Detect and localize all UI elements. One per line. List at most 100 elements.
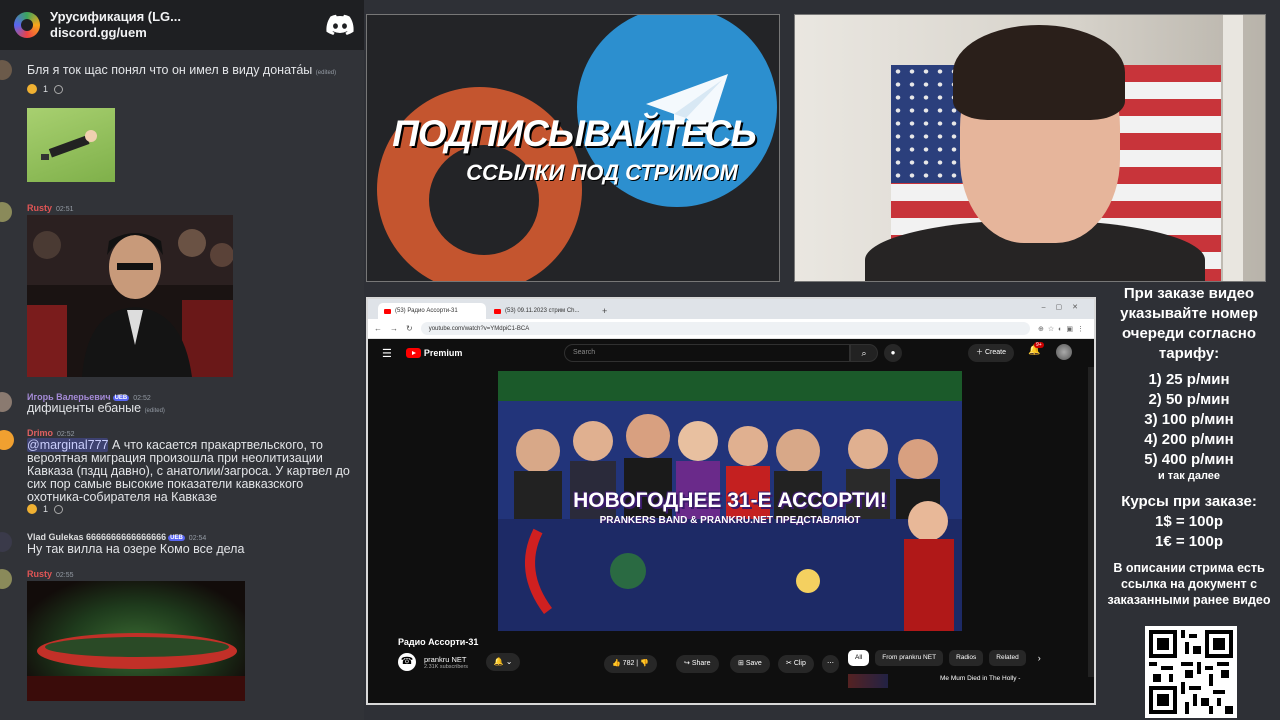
youtube-logo[interactable]: Premium	[405, 348, 463, 358]
clip-label: Clip	[793, 660, 806, 667]
edited-label: (edited)	[144, 408, 165, 414]
attached-image[interactable]	[27, 108, 115, 182]
share-label: Share	[691, 660, 711, 667]
account-avatar[interactable]	[1056, 344, 1072, 360]
rate-usd: 1$ = 100р	[1155, 513, 1223, 530]
attached-image[interactable]	[27, 581, 245, 701]
next-video-thumbnail[interactable]	[848, 674, 888, 688]
pricing-intro: При заказе видео указывайте номер очеред…	[1120, 285, 1258, 362]
avatar	[0, 60, 12, 80]
like-button[interactable]: 👍 782 | 👎	[604, 655, 657, 673]
attached-image[interactable]	[27, 215, 233, 377]
frog-closeup-image	[27, 633, 245, 701]
sweat-smile-emoji-icon	[27, 84, 37, 94]
browser-tab[interactable]: (53) Радио Ассорти-31	[378, 303, 486, 319]
server-invite: discord.gg/uem	[50, 25, 147, 40]
youtube-favicon-icon	[384, 308, 391, 314]
save-label: Save	[745, 660, 762, 667]
ueb-badge: UEB	[112, 394, 130, 401]
reaction-count: 1	[43, 84, 49, 94]
discord-logo-icon	[326, 14, 354, 36]
next-video-title[interactable]: Me Mum Died in The Holly -	[940, 675, 1020, 682]
create-button[interactable]: ＋ Create	[968, 344, 1014, 362]
timestamp: 02:52	[57, 431, 75, 438]
qr-code[interactable]	[1145, 626, 1237, 718]
address-toolbar: ← → ↻ youtube.com/watch?v=YMdpiC1-BCA ⊕☆…	[368, 319, 1094, 339]
add-reaction-icon[interactable]	[54, 84, 64, 94]
server-header[interactable]: Урусификация (LG... discord.gg/uem	[0, 0, 364, 50]
avatar	[0, 569, 12, 589]
tier-2: 2) 50 р/мин	[1148, 391, 1230, 408]
logo-text: Premium	[423, 348, 463, 358]
scrollbar[interactable]	[1088, 367, 1094, 677]
tier-4: 4) 200 р/мин	[1144, 431, 1234, 448]
promo-subtitle: ССЫЛКИ ПОД СТРИМОМ	[466, 160, 738, 185]
subscription-bell-button[interactable]: 🔔 ⌄	[486, 653, 521, 671]
extensions-icon[interactable]: ⊕☆◐▣⋮	[1038, 325, 1088, 333]
video-player[interactable]: НОВОГОДНЕЕ 31-Е АССОРТИ! PRANKERS BAND &…	[498, 371, 962, 631]
cartoon-figure-image	[41, 130, 97, 160]
thumbnail-subtitle: PRANKERS BAND & PRANKRU.NET ПРЕДСТАВЛЯЮТ	[599, 515, 861, 526]
youtube-play-icon	[405, 348, 421, 358]
timestamp: 02:54	[188, 535, 207, 542]
description-note: В описании стрима есть ссылка на докумен…	[1107, 561, 1271, 607]
chip-from-channel[interactable]: From prankru NET	[875, 650, 944, 666]
chip-related[interactable]: Related	[989, 650, 1026, 666]
timestamp: 02:55	[56, 572, 74, 579]
avatar	[0, 430, 14, 450]
browser-window: (53) Радио Ассорти-31 (53) 09.11.2023 ст…	[366, 297, 1096, 705]
menu-icon[interactable]: ☰	[382, 347, 392, 360]
browser-tab[interactable]: (53) 09.11.2023 стрим Ch...	[488, 303, 596, 319]
avatar	[0, 392, 12, 412]
new-tab-icon[interactable]: +	[602, 306, 607, 316]
user-mention[interactable]: @marginal777	[27, 438, 109, 452]
address-bar[interactable]: youtube.com/watch?v=YMdpiC1-BCA	[420, 322, 1031, 335]
subscribe-promo-panel: ПОДПИСЫВАЙТЕСЬ ССЫЛКИ ПОД СТРИМОМ	[366, 14, 780, 282]
ueb-badge: UEB	[168, 534, 185, 541]
webcam-feed	[794, 14, 1266, 282]
channel-avatar[interactable]: ☎	[398, 653, 416, 671]
notifications-icon[interactable]: 🔔 9+	[1028, 342, 1044, 356]
channel-name[interactable]: prankru NET	[424, 655, 468, 664]
tiers-more: и так далее	[1157, 470, 1221, 482]
tab-title: (53) 09.11.2023 стрим Ch...	[505, 308, 580, 314]
search-input[interactable]: Search	[564, 344, 850, 362]
back-icon[interactable]: ←	[374, 324, 382, 333]
tier-1: 1) 25 р/мин	[1148, 371, 1230, 388]
channel-info: ☎ prankru NET 2.31K subscribers 🔔 ⌄	[398, 653, 521, 671]
emoji-reaction-icon	[27, 504, 37, 514]
save-button[interactable]: ⊞ Save	[730, 655, 770, 673]
message-text: Ну так вилла на озере Комо все дела	[27, 542, 245, 556]
rate-eur: 1€ = 100р	[1155, 533, 1223, 550]
subscriber-count: 2.31K subscribers	[424, 663, 469, 670]
avatar	[0, 532, 12, 552]
tier-5: 5) 400 р/мин	[1144, 451, 1234, 468]
add-reaction-icon[interactable]	[54, 504, 64, 514]
server-name: Урусификация (LG...	[50, 9, 181, 24]
clip-button[interactable]: ✂ Clip	[778, 655, 814, 673]
search-icon[interactable]: ⌕	[850, 344, 878, 362]
youtube-page: ☰ Premium Search ⌕ ● ＋ Create 🔔 9+ НОВОГ…	[368, 339, 1094, 703]
share-button[interactable]: ↪ Share	[676, 655, 719, 673]
rates-title: Курсы при заказе:	[1121, 493, 1257, 510]
chevron-right-icon[interactable]: ›	[1038, 650, 1041, 666]
door-frame	[1223, 15, 1243, 281]
youtube-topbar: ☰ Premium Search ⌕ ● ＋ Create 🔔 9+	[368, 339, 1094, 367]
reaction-bar[interactable]: 1	[27, 502, 64, 516]
message-text: Бля я ток щас понял что он имел в виду д…	[27, 63, 313, 77]
more-actions-button[interactable]: ⋯	[822, 655, 839, 673]
chip-radios[interactable]: Radios	[949, 650, 984, 666]
microphone-icon[interactable]: ●	[884, 344, 902, 362]
reload-icon[interactable]: ↻	[406, 324, 413, 333]
chip-all[interactable]: All	[848, 650, 870, 666]
qr-code-icon	[1149, 630, 1233, 714]
avatar	[0, 202, 12, 222]
reaction-bar[interactable]: 1	[27, 82, 64, 96]
window-controls[interactable]: –▢✕	[1042, 303, 1088, 311]
promo-title: ПОДПИСЫВАЙТЕСЬ	[392, 113, 756, 154]
tab-strip: (53) Радио Ассорти-31 (53) 09.11.2023 ст…	[368, 299, 1094, 319]
forward-icon[interactable]: →	[390, 324, 398, 333]
reaction-count: 1	[43, 504, 49, 514]
timestamp: 02:51	[56, 206, 74, 213]
username: Vlad Gulekas 6666666666666666	[27, 532, 167, 542]
